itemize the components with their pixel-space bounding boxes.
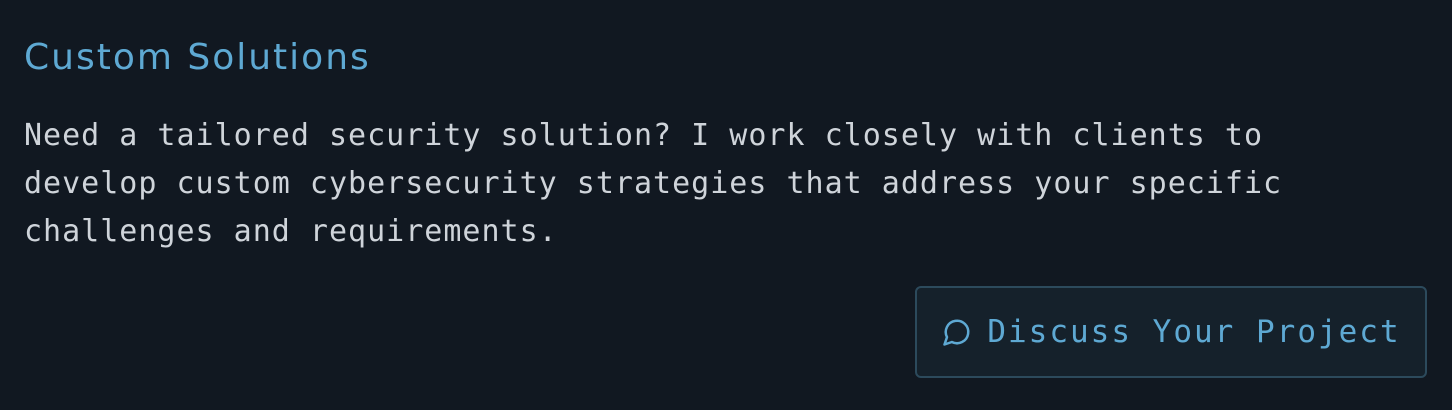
card-title: Custom Solutions (24, 37, 371, 78)
card-description: Need a tailored security solution? I wor… (24, 118, 1283, 249)
discuss-project-label: Discuss Your Project (987, 314, 1401, 350)
custom-solutions-card: Custom Solutions Need a tailored securit… (0, 0, 1452, 410)
chat-bubble-icon (941, 316, 973, 348)
discuss-project-button[interactable]: Discuss Your Project (915, 286, 1427, 378)
